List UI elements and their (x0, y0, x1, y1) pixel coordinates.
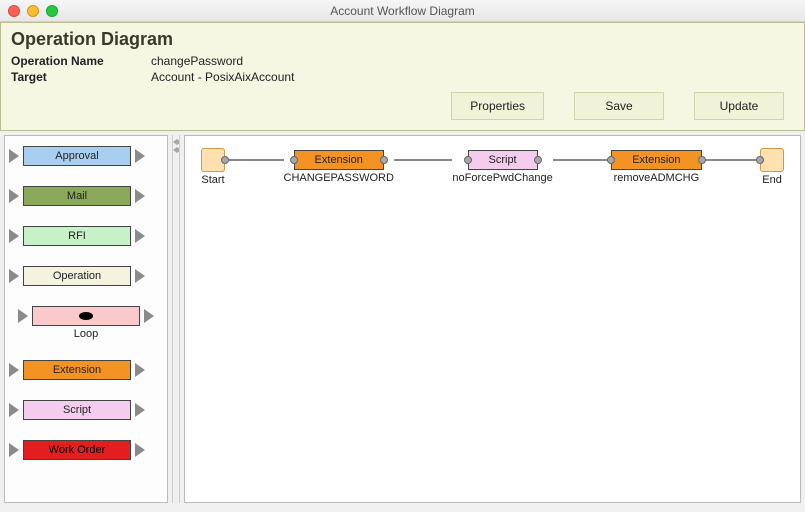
target-value: Account - PosixAixAccount (151, 70, 294, 84)
palette-item-label: RFI (68, 230, 86, 242)
flow-node-script[interactable]: Script noForcePwdChange (452, 150, 552, 184)
grip-icon (173, 139, 179, 153)
window-titlebar: Account Workflow Diagram (0, 0, 805, 22)
arrow-right-icon (9, 269, 19, 283)
loop-dot-icon (79, 312, 93, 320)
arrow-right-icon (18, 309, 28, 323)
connector-line (702, 159, 761, 161)
arrow-right-icon (9, 363, 19, 377)
node-caption: noForcePwdChange (452, 172, 552, 184)
start-node[interactable]: Start (201, 148, 225, 186)
workflow-row: Start Extension CHANGEPASSWORD Script (201, 148, 784, 186)
node-title: Script (489, 154, 517, 166)
start-node-label: Start (201, 174, 224, 186)
operation-name-label: Operation Name (11, 54, 151, 68)
header-panel: Operation Diagram Operation Name changeP… (0, 22, 805, 131)
arrow-right-icon (135, 269, 145, 283)
end-node[interactable]: End (760, 148, 784, 186)
arrow-right-icon (9, 229, 19, 243)
arrow-right-icon (135, 363, 145, 377)
connector-line (225, 159, 284, 161)
palette-item-operation[interactable]: Operation (11, 266, 143, 286)
splitter-handle[interactable] (172, 135, 180, 503)
connector-line (394, 159, 453, 161)
palette-item-label: Extension (53, 364, 101, 376)
palette-item-script[interactable]: Script (11, 400, 143, 420)
save-button[interactable]: Save (574, 92, 664, 120)
end-node-label: End (762, 174, 782, 186)
palette-item-extension[interactable]: Extension (11, 360, 143, 380)
palette-item-label: Mail (67, 190, 87, 202)
node-caption: CHANGEPASSWORD (284, 172, 394, 184)
palette-item-loop[interactable]: Loop (11, 306, 161, 340)
port-icon (221, 156, 229, 164)
port-icon (290, 156, 298, 164)
flow-node-extension-2[interactable]: Extension removeADMCHG (611, 150, 701, 184)
operation-name-value: changePassword (151, 54, 243, 68)
port-icon (380, 156, 388, 164)
port-icon (607, 156, 615, 164)
node-caption: removeADMCHG (614, 172, 700, 184)
palette-item-workorder[interactable]: Work Order (11, 440, 143, 460)
arrow-right-icon (9, 403, 19, 417)
palette-item-label: Script (63, 404, 91, 416)
port-icon (756, 156, 764, 164)
palette-item-label: Approval (55, 150, 98, 162)
arrow-right-icon (135, 403, 145, 417)
arrow-right-icon (9, 149, 19, 163)
port-icon (534, 156, 542, 164)
connector-line (553, 159, 612, 161)
arrow-right-icon (135, 229, 145, 243)
palette-item-label: Work Order (49, 444, 106, 456)
window-title: Account Workflow Diagram (0, 4, 805, 18)
arrow-right-icon (135, 443, 145, 457)
arrow-right-icon (135, 149, 145, 163)
flow-node-extension-1[interactable]: Extension CHANGEPASSWORD (284, 150, 394, 184)
properties-button[interactable]: Properties (451, 92, 544, 120)
node-title: Extension (632, 154, 680, 166)
port-icon (464, 156, 472, 164)
port-icon (698, 156, 706, 164)
arrow-right-icon (144, 309, 154, 323)
palette-item-rfi[interactable]: RFI (11, 226, 143, 246)
update-button[interactable]: Update (694, 92, 784, 120)
palette-item-label: Operation (53, 270, 101, 282)
palette-item-approval[interactable]: Approval (11, 146, 143, 166)
node-title: Extension (315, 154, 363, 166)
palette-item-mail[interactable]: Mail (11, 186, 143, 206)
palette-item-label: Loop (74, 328, 98, 340)
palette-panel: Approval Mail RFI Operation (4, 135, 168, 503)
target-label: Target (11, 70, 151, 84)
arrow-right-icon (9, 443, 19, 457)
page-title: Operation Diagram (11, 29, 794, 50)
arrow-right-icon (135, 189, 145, 203)
arrow-right-icon (9, 189, 19, 203)
diagram-canvas[interactable]: Start Extension CHANGEPASSWORD Script (184, 135, 801, 503)
